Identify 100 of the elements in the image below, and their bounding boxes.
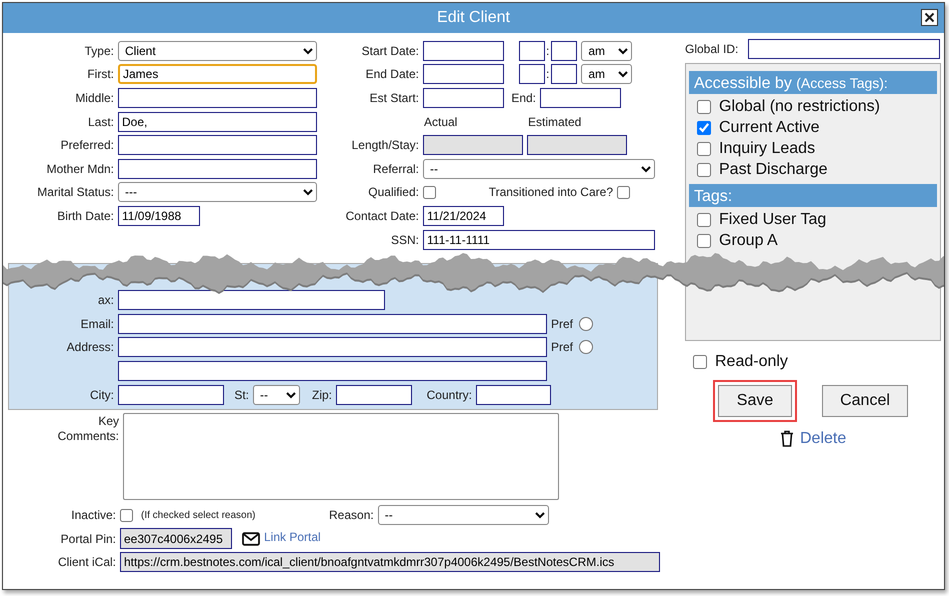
input-field[interactable]: Doe, (118, 112, 317, 132)
field-label: Zip: (310, 386, 332, 404)
field-label: Reason: (329, 507, 374, 524)
dropdown[interactable]: --- (118, 182, 317, 202)
input-field[interactable] (551, 64, 578, 84)
field-label: End Date: (364, 66, 419, 84)
field-label: Est Start: (368, 90, 419, 107)
input-field[interactable]: 111-11-1111 (423, 230, 655, 250)
input-field[interactable] (540, 88, 621, 108)
field-label: SSN: (390, 232, 419, 249)
radio-button[interactable] (579, 316, 594, 331)
checkbox-label: Inquiry Leads (719, 139, 816, 160)
field-label: Contact Date: (344, 208, 419, 225)
field-label: ax: (96, 292, 114, 310)
input-field[interactable] (118, 88, 317, 108)
input-field[interactable] (423, 135, 523, 156)
column-heading: Estimated (528, 114, 582, 131)
input-field[interactable] (519, 64, 545, 84)
checkbox[interactable] (697, 100, 711, 114)
input-field[interactable] (118, 290, 385, 310)
pref-label: Pref (551, 339, 574, 356)
checkbox-label: Read-only (715, 352, 788, 372)
comments-textarea[interactable] (123, 413, 559, 500)
input-field[interactable] (336, 384, 412, 405)
input-field[interactable] (118, 158, 317, 179)
field-label: Email: (80, 316, 114, 333)
input-field[interactable] (476, 384, 551, 405)
field-label: End: (510, 90, 536, 107)
input-field[interactable]: https://crm.bestnotes.com/ical_client/bnoafgntvatmkdmrr307p4006k2495/BestNotesCRM.ics (120, 552, 660, 572)
field-label: Last: (86, 114, 114, 131)
checkbox-label: Fixed User Tag (719, 210, 826, 230)
field-label: Address: (66, 339, 114, 356)
hint-text: (If checked select reason) (141, 508, 256, 523)
field-label: Start Date: (360, 42, 419, 60)
input-field[interactable] (423, 40, 504, 61)
section-header: Tags: (689, 184, 937, 207)
field-label: Key Comments: (56, 414, 119, 446)
checkbox[interactable] (697, 121, 711, 136)
input-field[interactable]: 11/09/1988 (118, 206, 200, 226)
checkbox[interactable] (697, 234, 711, 248)
field-label: Length/Stay: (350, 137, 419, 154)
input-field[interactable] (423, 64, 504, 84)
colon: : (546, 66, 550, 84)
field-label: St: (234, 386, 249, 404)
column-heading: Actual (424, 114, 458, 131)
dropdown[interactable]: -- (253, 384, 300, 405)
input-field[interactable]: ee307c4006x2495 (120, 528, 232, 550)
checkbox[interactable] (693, 355, 707, 370)
trash-icon (780, 430, 794, 448)
field-label: Type: (84, 42, 114, 60)
field-label: Marital Status: (36, 184, 114, 202)
dropdown[interactable]: am (581, 40, 632, 61)
field-label: Birth Date: (56, 208, 114, 225)
section-header: Accessible by (Access Tags): (689, 70, 937, 94)
checkbox[interactable] (423, 186, 436, 199)
envelope-icon (242, 532, 260, 546)
checkbox-label: Past Discharge (719, 160, 828, 180)
field-label: Preferred: (60, 137, 114, 154)
checkbox[interactable] (120, 508, 133, 522)
input-field[interactable]: 11/21/2024 (423, 206, 504, 226)
dropdown[interactable]: -- (423, 158, 655, 179)
input-field[interactable] (423, 88, 504, 108)
save-button[interactable]: Save (718, 384, 792, 417)
checkbox-label: Group A (719, 231, 778, 252)
input-field[interactable] (118, 384, 224, 405)
radio-button[interactable] (579, 340, 594, 354)
input-field[interactable] (519, 40, 545, 61)
checkbox-label: Global (no restrictions) (719, 97, 880, 118)
link-portal-link[interactable]: Link Portal (264, 528, 321, 546)
input-field[interactable] (527, 135, 627, 156)
cancel-button[interactable]: Cancel (822, 384, 908, 417)
field-label: Middle: (74, 90, 114, 107)
input-field[interactable] (748, 38, 940, 59)
field-label: Qualified: (367, 184, 419, 202)
delete-link[interactable]: Delete (800, 426, 846, 451)
input-field[interactable] (551, 40, 578, 61)
input-field[interactable]: James (118, 64, 317, 84)
field-label: Global ID: (685, 40, 740, 58)
input-field[interactable] (118, 314, 547, 334)
field-label: Transitioned into Care? (488, 184, 613, 202)
dropdown[interactable]: Client (118, 40, 317, 61)
input-field[interactable] (118, 360, 547, 381)
colon: : (546, 42, 550, 60)
field-label: Country: (426, 386, 472, 404)
field-label: Client iCal: (56, 554, 116, 572)
dropdown[interactable]: -- (378, 505, 549, 526)
input-field[interactable] (118, 135, 317, 156)
checkbox[interactable] (697, 213, 711, 228)
field-label: Mother Mdn: (46, 160, 114, 178)
input-field[interactable] (118, 337, 547, 358)
checkbox[interactable] (697, 142, 711, 156)
dropdown[interactable]: am (581, 64, 632, 84)
field-label: Inactive: (70, 507, 116, 524)
field-label: City: (89, 386, 114, 404)
checkbox[interactable] (617, 186, 630, 199)
close-button[interactable] (921, 9, 938, 26)
close-icon (924, 12, 935, 23)
window-title: Edit Client (437, 8, 510, 28)
checkbox[interactable] (697, 163, 711, 178)
field-label: Portal Pin: (60, 530, 116, 548)
